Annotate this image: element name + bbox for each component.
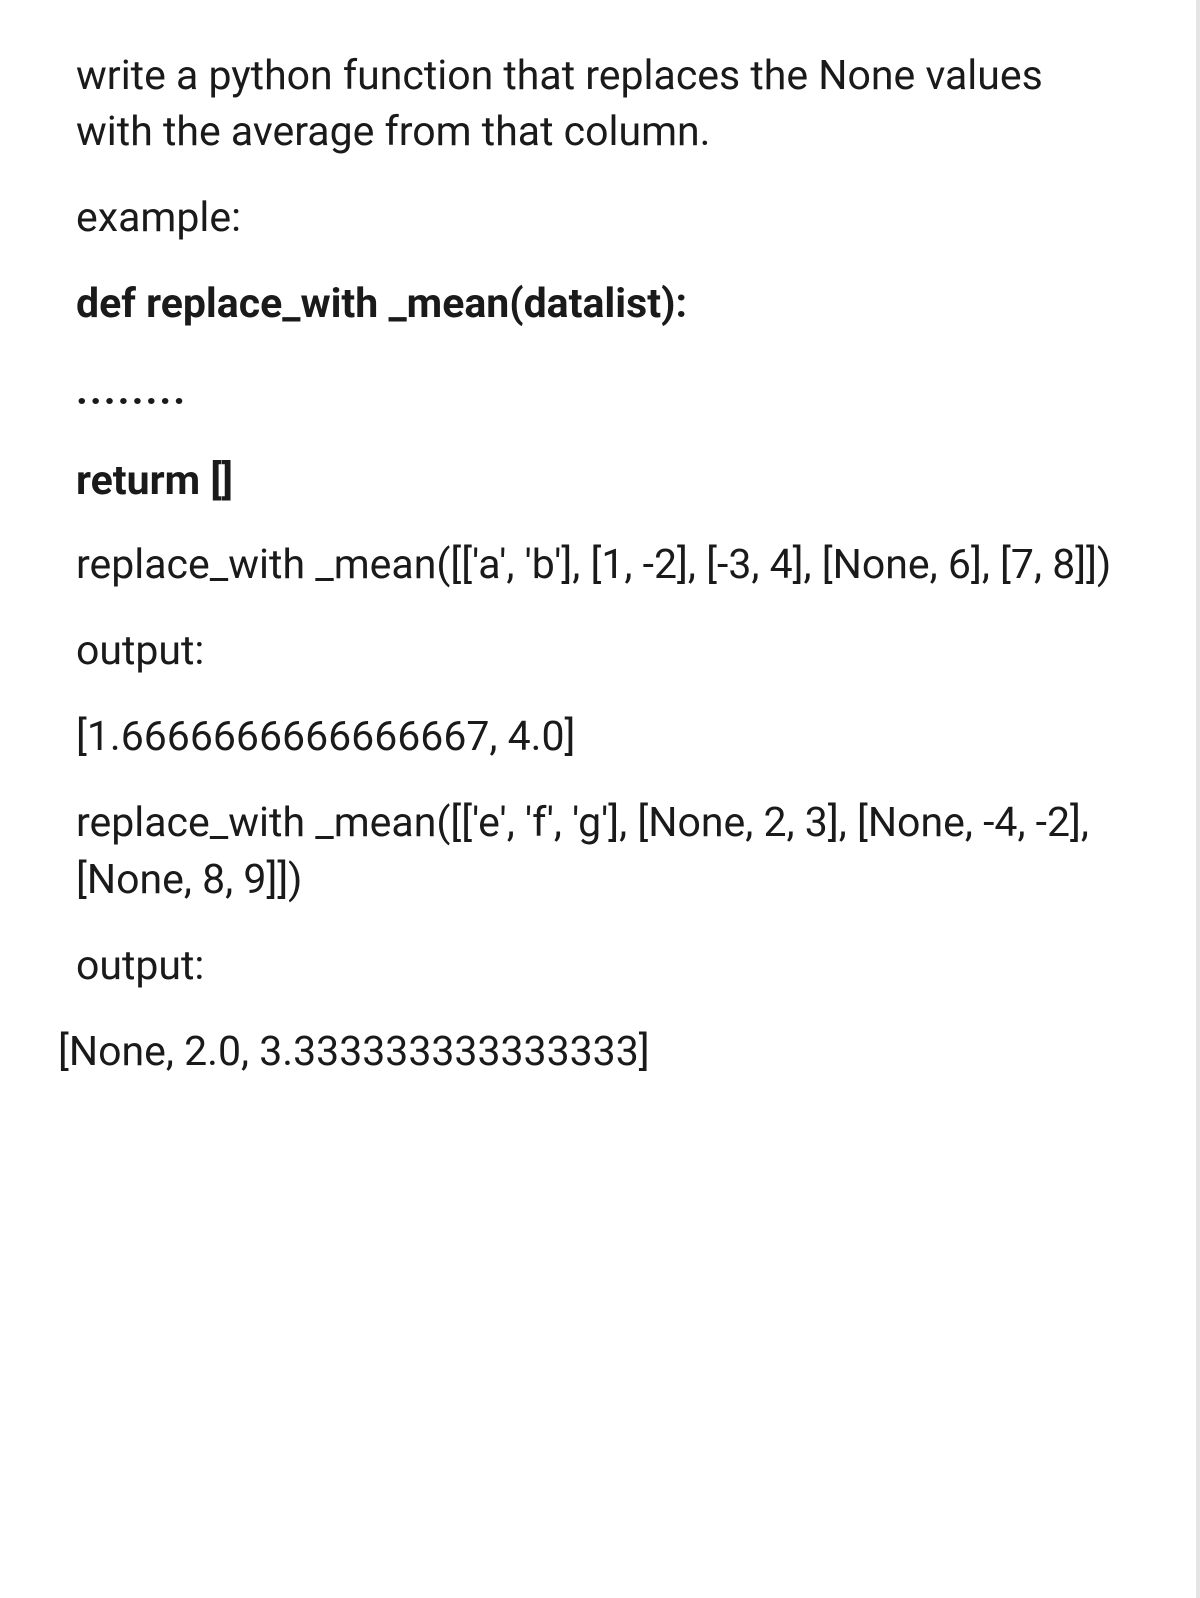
document-page: write a python function that replaces th… bbox=[0, 0, 1200, 1598]
example-output-1: [1.6666666666666667, 4.0] bbox=[76, 709, 1128, 765]
output-label-1: output: bbox=[76, 623, 1128, 679]
example-call-1: replace_with _mean([['a', 'b'], [1, -2],… bbox=[76, 537, 1128, 593]
output-label-2: output: bbox=[76, 938, 1128, 994]
function-signature: def replace_with _mean(datalist): bbox=[76, 276, 1128, 332]
example-call-2: replace_with _mean([['e', 'f', 'g'], [No… bbox=[76, 795, 1128, 907]
return-statement: returm [] bbox=[76, 453, 1128, 509]
example-label: example: bbox=[76, 190, 1128, 246]
example-output-2: [None, 2.0, 3.333333333333333] bbox=[58, 1024, 1128, 1080]
question-prompt: write a python function that replaces th… bbox=[76, 48, 1128, 160]
ellipsis-dots: ........ bbox=[76, 363, 1128, 419]
